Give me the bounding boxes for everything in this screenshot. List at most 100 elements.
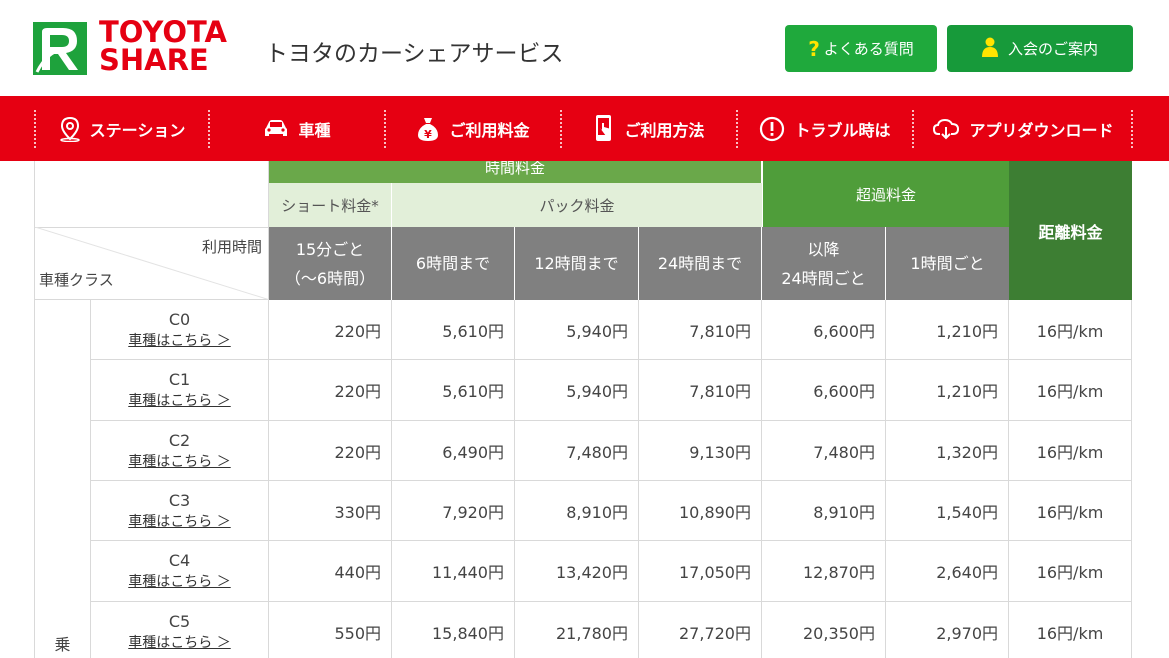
distance-fee-header: 距離料金 xyxy=(1009,161,1132,300)
fee-after-24h: 6,600円 xyxy=(762,300,886,360)
fee-distance: 16円/km xyxy=(1009,481,1132,541)
vehicle-class-cell: C3 車種はこちら ＞ xyxy=(91,481,269,541)
nav-label-station: ステーション xyxy=(89,120,186,140)
cloud-download-icon xyxy=(932,117,960,141)
fee-24h: 27,720円 xyxy=(639,602,762,658)
fee-12h: 21,780円 xyxy=(515,602,639,658)
nav-item-station[interactable]: ステーション xyxy=(36,96,208,161)
fee-distance: 16円/km xyxy=(1009,300,1132,360)
vehicle-models-link[interactable]: 車種はこちら ＞ xyxy=(128,632,230,652)
col-per-hour-label: 1時間ごと xyxy=(910,254,985,273)
smartphone-icon xyxy=(593,114,615,144)
fee-24h: 7,810円 xyxy=(639,360,762,421)
vehicle-class-cell: C4 車種はこちら ＞ xyxy=(91,541,269,602)
vehicle-class-name: C0 xyxy=(168,309,191,329)
vehicle-models-link[interactable]: 車種はこちら ＞ xyxy=(128,390,230,410)
nav-item-fees[interactable]: ¥ ご利用料金 xyxy=(386,96,560,161)
fee-6h: 6,490円 xyxy=(392,421,515,481)
fee-15min: 330円 xyxy=(269,481,392,541)
fee-per-hour: 1,540円 xyxy=(886,481,1009,541)
nav-label-how-to-use: ご利用方法 xyxy=(624,120,705,140)
overage-fee-label: 超過料金 xyxy=(855,185,916,204)
vehicle-class-name: C3 xyxy=(168,490,191,510)
fee-per-hour: 1,320円 xyxy=(886,421,1009,481)
distance-fee-label: 距離料金 xyxy=(1038,222,1103,242)
fee-per-hour: 2,640円 xyxy=(886,541,1009,602)
fee-distance: 16円/km xyxy=(1009,541,1132,602)
fee-distance: 16円/km xyxy=(1009,421,1132,481)
col-after-line1: 以降 xyxy=(807,239,840,259)
svg-text:¥: ¥ xyxy=(425,128,433,141)
join-button[interactable]: 入会のご案内 xyxy=(947,25,1133,72)
nav-label-car-models: 車種 xyxy=(298,120,331,140)
fee-6h: 11,440円 xyxy=(392,541,515,602)
nav-item-trouble[interactable]: トラブル時は xyxy=(738,96,912,161)
time-fee-header: 時間料金 xyxy=(269,161,762,183)
vehicle-class-name: C5 xyxy=(168,611,191,631)
col-24h-label: 24時間まで xyxy=(657,254,743,273)
vehicle-class-name: C1 xyxy=(168,370,191,389)
fee-after-24h: 8,910円 xyxy=(762,481,886,541)
brand-line2: SHARE xyxy=(99,43,209,77)
fee-per-hour: 1,210円 xyxy=(886,360,1009,421)
nav-item-app-download[interactable]: アプリダウンロード xyxy=(914,96,1132,161)
fee-24h: 17,050円 xyxy=(639,541,762,602)
tagline: トヨタのカーシェアサービス xyxy=(265,41,564,67)
col-per-hour-header: 1時間ごと xyxy=(886,227,1009,300)
col-6h-label: 6時間まで xyxy=(415,254,491,273)
short-fee-header: ショート料金* xyxy=(269,183,392,227)
faq-button[interactable]: ? よくある質問 xyxy=(785,25,937,72)
main-nav: ステーション 車種 ¥ ご利用料金 ご利用方法 トラブル時は アプリダウンロード xyxy=(0,96,1169,161)
vehicle-models-link[interactable]: 車種はこちら ＞ xyxy=(128,571,230,591)
alert-icon xyxy=(759,116,785,142)
join-label: 入会のご案内 xyxy=(1007,40,1098,58)
toyota-share-logo-icon[interactable] xyxy=(33,22,87,75)
vehicle-class-cell: C2 車種はこちら ＞ xyxy=(91,421,269,481)
fee-per-hour: 2,970円 xyxy=(886,602,1009,658)
fee-after-24h: 7,480円 xyxy=(762,421,886,481)
vehicle-class-name: C2 xyxy=(168,430,191,450)
fee-12h: 7,480円 xyxy=(515,421,639,481)
question-icon: ? xyxy=(808,36,820,61)
brand-wordmark[interactable]: TOYOTA SHARE xyxy=(99,18,227,77)
col-15min-line2: （〜6時間） xyxy=(284,268,376,288)
fee-24h: 9,130円 xyxy=(639,421,762,481)
fee-distance: 16円/km xyxy=(1009,602,1132,658)
vehicle-models-link[interactable]: 車種はこちら ＞ xyxy=(128,330,230,350)
category-cell: 乗 xyxy=(34,300,91,658)
person-icon xyxy=(981,37,998,61)
col-12h-label: 12時間まで xyxy=(534,254,619,273)
time-fee-label: 時間料金 xyxy=(484,161,545,177)
nav-label-trouble: トラブル時は xyxy=(794,120,891,140)
nav-item-how-to-use[interactable]: ご利用方法 xyxy=(562,96,736,161)
nav-label-fees: ご利用料金 xyxy=(449,120,530,140)
fee-6h: 7,920円 xyxy=(392,481,515,541)
faq-label: よくある質問 xyxy=(823,40,914,58)
fee-6h: 15,840円 xyxy=(392,602,515,658)
table-corner-diagonal: 利用時間 車種クラス xyxy=(34,227,270,300)
vehicle-class-label: 車種クラス xyxy=(39,271,114,289)
fee-distance: 16円/km xyxy=(1009,360,1132,421)
fee-after-24h: 6,600円 xyxy=(762,360,886,421)
location-pin-icon xyxy=(59,116,81,142)
fee-15min: 220円 xyxy=(269,421,392,481)
vehicle-class-cell: C0 車種はこちら ＞ xyxy=(91,300,269,360)
col-15min-line1: 15分ごと xyxy=(295,239,365,259)
category-label: 乗 xyxy=(54,635,71,654)
price-table: 利用時間 車種クラス 時間料金 ショート料金* パック料金 超過料金 距離料金 … xyxy=(0,161,1169,658)
col-6h-header: 6時間まで xyxy=(392,227,515,300)
vehicle-models-link[interactable]: 車種はこちら ＞ xyxy=(128,451,230,471)
fee-12h: 8,910円 xyxy=(515,481,639,541)
car-icon xyxy=(263,119,289,139)
nav-item-car-models[interactable]: 車種 xyxy=(210,96,384,161)
fee-after-24h: 12,870円 xyxy=(762,541,886,602)
money-bag-icon: ¥ xyxy=(416,116,440,142)
fee-after-24h: 20,350円 xyxy=(762,602,886,658)
vehicle-models-link[interactable]: 車種はこちら ＞ xyxy=(128,511,230,531)
col-15min-header: 15分ごと （〜6時間） xyxy=(269,227,392,300)
fee-12h: 5,940円 xyxy=(515,300,639,360)
fee-24h: 7,810円 xyxy=(639,300,762,360)
short-fee-label: ショート料金* xyxy=(281,196,379,215)
pack-fee-header: パック料金 xyxy=(392,183,762,227)
col-after-line2: 24時間ごと xyxy=(781,268,866,288)
